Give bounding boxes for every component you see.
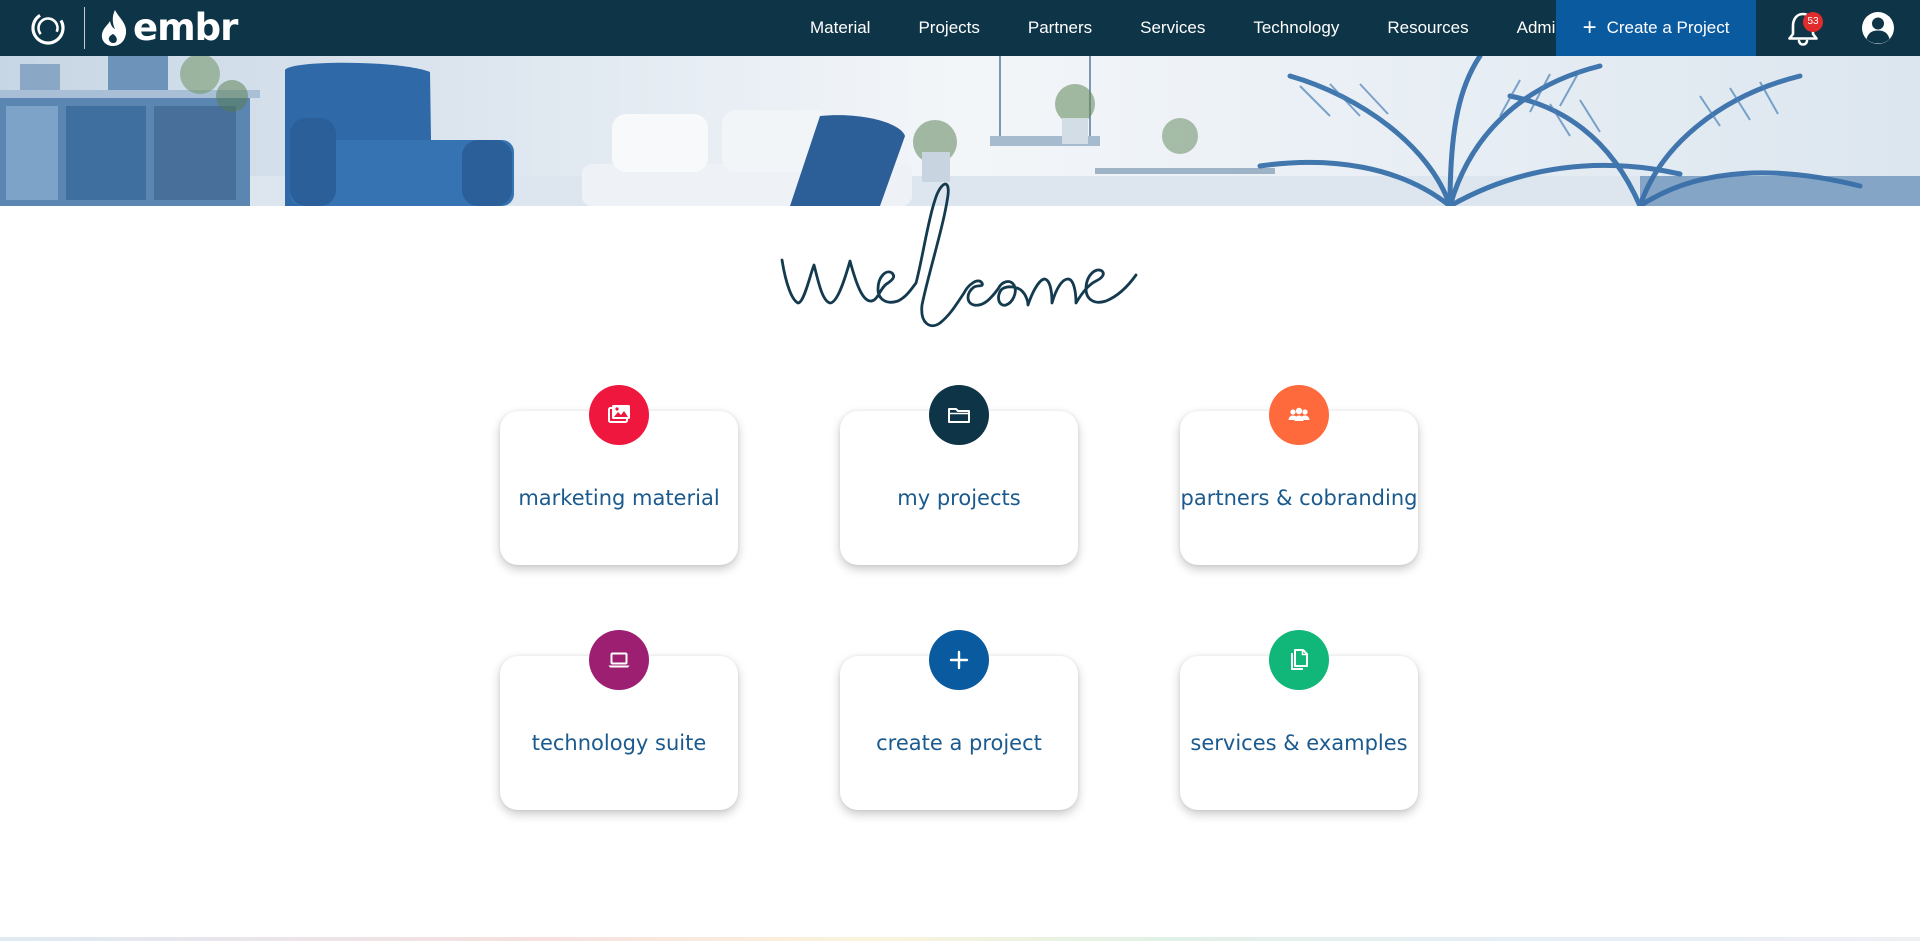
create-project-button[interactable]: + Create a Project [1556, 0, 1756, 56]
user-account-icon[interactable] [1860, 10, 1896, 46]
nav-resources[interactable]: Resources [1363, 0, 1492, 56]
welcome-heading: welcome [780, 182, 1138, 328]
card-label: my projects [897, 486, 1021, 510]
card-label: marketing material [518, 486, 720, 510]
plus-icon: + [1582, 14, 1597, 41]
nav-services[interactable]: Services [1116, 0, 1229, 56]
people-icon[interactable] [1269, 385, 1329, 445]
main-nav: Material Projects Partners Services Tech… [786, 0, 1589, 56]
create-project-label: Create a Project [1606, 18, 1730, 37]
nav-projects[interactable]: Projects [894, 0, 1003, 56]
images-icon[interactable] [589, 385, 649, 445]
nav-technology[interactable]: Technology [1229, 0, 1363, 56]
documents-icon[interactable] [1269, 630, 1329, 690]
ring-logo-icon [31, 11, 65, 45]
plus-icon[interactable] [929, 630, 989, 690]
flame-logo-icon [101, 10, 127, 46]
footer-strip [0, 937, 1920, 941]
card-label: partners & cobranding [1180, 486, 1418, 510]
card-label: create a project [876, 731, 1042, 755]
brand-divider [84, 7, 85, 49]
nav-partners[interactable]: Partners [1004, 0, 1116, 56]
laptop-icon[interactable] [589, 630, 649, 690]
top-navigation-bar: embr Material Projects Partners Services… [0, 0, 1920, 56]
nav-material[interactable]: Material [786, 0, 894, 56]
card-label: technology suite [531, 731, 707, 755]
brand-logo[interactable]: embr [0, 0, 238, 56]
notification-count-badge: 53 [1803, 12, 1823, 32]
folder-icon[interactable] [929, 385, 989, 445]
card-label: services & examples [1190, 731, 1408, 755]
welcome-text: welcome [960, 314, 964, 316]
brand-name: embr [133, 6, 238, 49]
